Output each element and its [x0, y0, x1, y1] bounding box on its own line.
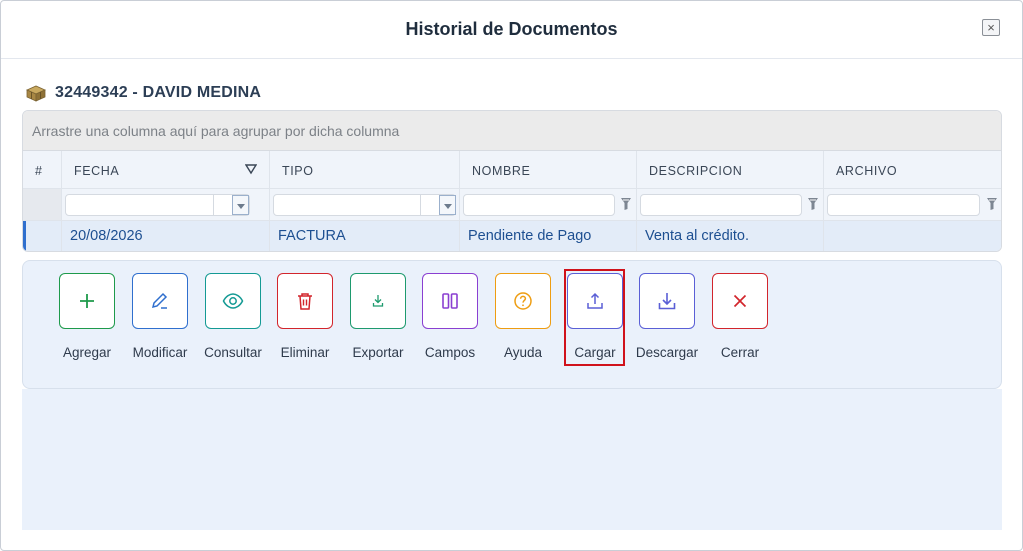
filter-input-descripcion[interactable]: [640, 194, 802, 216]
filter-dropdown-fecha[interactable]: [213, 195, 249, 215]
help-icon: [514, 292, 532, 310]
help-button[interactable]: [495, 273, 551, 329]
close-icon: [733, 294, 747, 308]
filter-funnel-icon[interactable]: [620, 197, 632, 211]
cell-descripcion[interactable]: Venta al crédito.: [637, 221, 824, 251]
dialog-title: Historial de Documentos: [405, 19, 618, 39]
table-row[interactable]: 20/08/2026 FACTURA Pendiente de Pago Ven…: [23, 221, 1001, 251]
sort-desc-icon[interactable]: [245, 163, 257, 175]
cell-archivo[interactable]: [824, 221, 1001, 251]
actions-toolbar: Agregar Modificar Consultar Eliminar Exp…: [22, 260, 1002, 389]
cell-fecha[interactable]: 20/08/2026: [62, 221, 270, 251]
column-header-tipo[interactable]: TIPO: [270, 151, 460, 188]
cell-tipo[interactable]: FACTURA: [270, 221, 460, 251]
delete-button[interactable]: [277, 273, 333, 329]
boxes-icon: [26, 85, 46, 102]
export-button[interactable]: [350, 273, 406, 329]
client-header: 32449342 - DAVID MEDINA: [25, 83, 261, 103]
filter-dropdown-tipo[interactable]: [420, 195, 456, 215]
fields-button[interactable]: [422, 273, 478, 329]
filter-cell-archivo: [824, 189, 1001, 220]
columns-icon: [442, 293, 458, 309]
filter-cell-index: [23, 189, 62, 220]
filter-cell-tipo: [270, 189, 460, 220]
add-button[interactable]: [59, 273, 115, 329]
upload-button-highlight: [564, 269, 625, 366]
cell-index: [23, 221, 62, 251]
eye-icon: [222, 293, 244, 309]
trash-icon: [298, 293, 312, 310]
toolbar-lower-area: [22, 389, 1002, 530]
pencil-icon: [151, 292, 168, 309]
column-header-descripcion[interactable]: DESCRIPCION: [637, 151, 824, 188]
close-button-label: Cerrar: [720, 345, 760, 360]
grid-header-row: # FECHA TIPO NOMBRE DESCRIPCION ARCHIVO: [23, 151, 1001, 189]
chevron-down-icon: [232, 195, 249, 215]
documents-history-dialog: Historial de Documentos × 32449342 - DAV…: [0, 0, 1023, 551]
edit-button[interactable]: [132, 273, 188, 329]
column-header-index[interactable]: #: [23, 151, 62, 188]
close-button[interactable]: [712, 273, 768, 329]
group-by-panel[interactable]: Arrastre una columna aquí para agrupar p…: [23, 111, 1001, 151]
filter-funnel-icon[interactable]: [807, 197, 819, 211]
client-name: 32449342 - DAVID MEDINA: [55, 84, 262, 101]
dialog-close-button[interactable]: ×: [982, 19, 1000, 36]
grid-filter-row: [23, 189, 1001, 221]
plus-icon: [80, 294, 94, 308]
filter-cell-nombre: [460, 189, 637, 220]
column-header-archivo[interactable]: ARCHIVO: [824, 151, 1001, 188]
column-header-fecha[interactable]: FECHA: [62, 151, 270, 188]
close-x-icon: ×: [987, 20, 995, 35]
download-button[interactable]: [639, 273, 695, 329]
chevron-down-icon: [439, 195, 456, 215]
filter-input-nombre[interactable]: [463, 194, 615, 216]
filter-cell-descripcion: [637, 189, 824, 220]
documents-grid: Arrastre una columna aquí para agrupar p…: [22, 110, 1002, 252]
download-icon: [658, 293, 676, 310]
column-header-nombre[interactable]: NOMBRE: [460, 151, 637, 188]
view-button[interactable]: [205, 273, 261, 329]
cell-nombre[interactable]: Pendiente de Pago: [460, 221, 637, 251]
dialog-titlebar: Historial de Documentos ×: [1, 1, 1022, 59]
group-by-hint: Arrastre una columna aquí para agrupar p…: [32, 123, 400, 139]
export-icon: [372, 295, 384, 307]
filter-input-archivo[interactable]: [827, 194, 980, 216]
filter-cell-fecha: [62, 189, 270, 220]
filter-funnel-icon[interactable]: [986, 197, 998, 211]
